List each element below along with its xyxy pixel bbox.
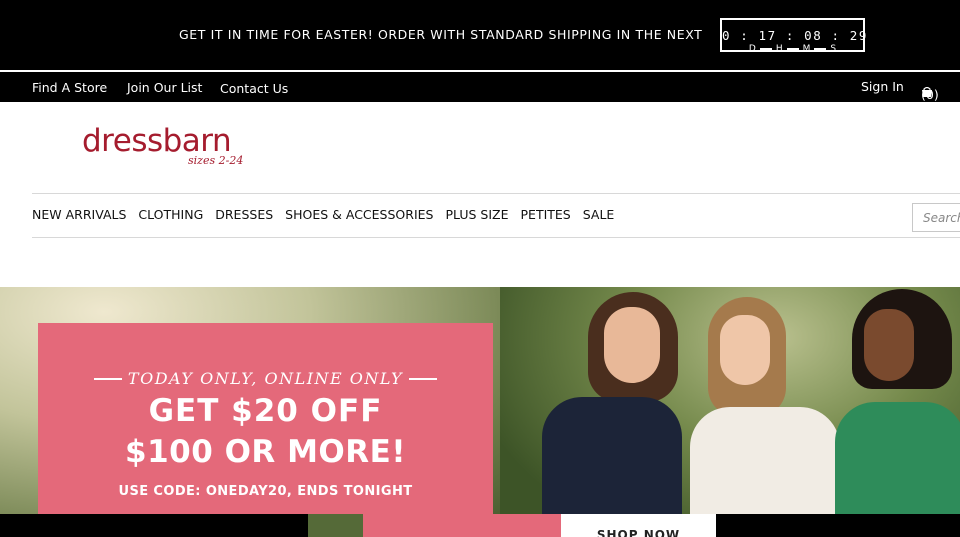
countdown-label-seconds: S [830, 44, 837, 54]
join-list-link[interactable]: Join Our List [127, 80, 202, 95]
nav-item-shoes-accessories[interactable]: SHOES & ACCESSORIES [285, 207, 433, 222]
promo-bar: GET IT IN TIME FOR EASTER! ORDER WITH ST… [0, 0, 960, 70]
countdown-label-minutes: M [802, 44, 811, 54]
contact-us-link[interactable]: Contact Us [220, 81, 288, 96]
search-input[interactable] [913, 204, 960, 231]
offer-subtext: USE CODE: ONEDAY20, ENDS TONIGHT [118, 484, 413, 499]
nav-divider-bottom [32, 237, 960, 238]
offer-kicker: TODAY ONLY, ONLINE ONLY [127, 369, 404, 388]
countdown-label-hours: H [775, 44, 783, 54]
nav-item-sale[interactable]: SALE [583, 207, 615, 222]
countdown-labels: D H M S [722, 44, 863, 54]
model-3-face [864, 309, 914, 381]
cta-strip-left [0, 514, 308, 537]
logo-wordmark: dressbarn [82, 123, 232, 159]
sign-in-link[interactable]: Sign In [861, 79, 904, 94]
cta-strip-mid [308, 514, 363, 537]
nav-item-new-arrivals[interactable]: NEW ARRIVALS [32, 207, 126, 222]
countdown-timer: 0 : 17 : 08 : 29 D H M S [720, 18, 869, 54]
cart-count: (0) [921, 87, 939, 102]
offer-headline-2: $100 OR MORE! [125, 434, 406, 470]
nav-item-petites[interactable]: PETITES [521, 207, 571, 222]
offer-panel: TODAY ONLY, ONLINE ONLY GET $20 OFF $100… [38, 323, 493, 537]
utility-bar: Find A Store Join Our List Contact Us Si… [0, 72, 960, 102]
nav-item-clothing[interactable]: CLOTHING [138, 207, 203, 222]
countdown-value: 0 : 17 : 08 : 29 [722, 28, 869, 43]
countdown-label-days: D [748, 44, 756, 54]
dressbarn-logo[interactable]: dressbarn sizes 2-24 [82, 124, 252, 172]
logo-tagline: sizes 2-24 [188, 154, 244, 167]
nav-item-plus-size[interactable]: PLUS SIZE [445, 207, 508, 222]
promo-message: GET IT IN TIME FOR EASTER! ORDER WITH ST… [179, 27, 703, 42]
nav-divider-top [32, 193, 960, 194]
hero-banner[interactable]: TODAY ONLY, ONLINE ONLY GET $20 OFF $100… [0, 287, 960, 537]
main-nav: NEW ARRIVALS CLOTHING DRESSES SHOES & AC… [32, 207, 626, 222]
offer-kicker-row: TODAY ONLY, ONLINE ONLY [38, 369, 493, 388]
search-box [912, 203, 960, 232]
model-2-face [720, 315, 770, 385]
nav-item-dresses[interactable]: DRESSES [215, 207, 273, 222]
cta-strip: SHOP NOW [0, 514, 960, 537]
cta-strip-pink [363, 514, 561, 537]
find-store-link[interactable]: Find A Store [32, 80, 107, 95]
shop-now-button[interactable]: SHOP NOW [561, 514, 716, 537]
model-1-face [604, 307, 660, 383]
offer-headline-1: GET $20 OFF [148, 393, 383, 429]
cta-strip-right [716, 514, 960, 537]
